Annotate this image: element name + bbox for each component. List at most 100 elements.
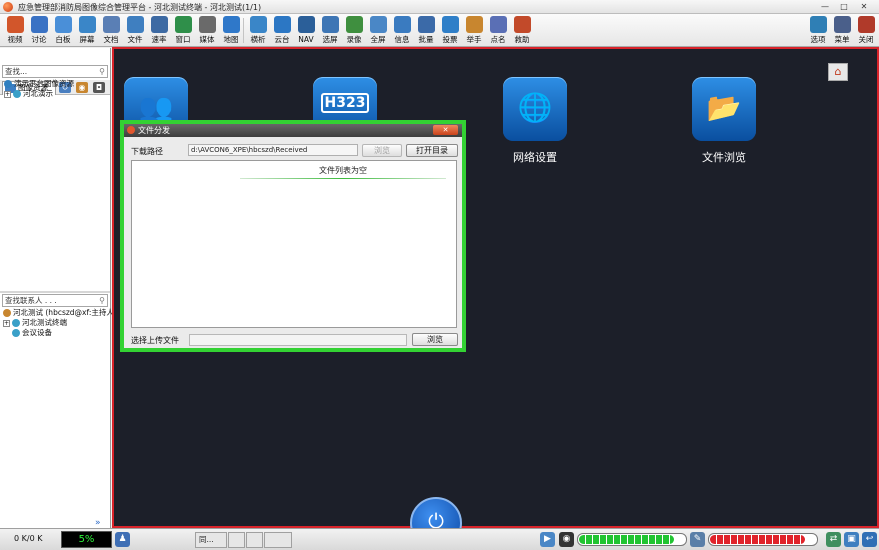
monitor-icon[interactable]: ▣ — [844, 532, 859, 547]
file-list[interactable]: 文件列表为空 — [131, 160, 457, 328]
resource-search-input[interactable]: 查找... ⚲ — [2, 65, 108, 78]
download-path-field[interactable]: d:\AVCON6_XPE\hbcszd\Received — [188, 144, 358, 156]
nav-icon — [297, 16, 315, 33]
resource-search-placeholder: 查找... — [5, 67, 28, 76]
node-icon — [12, 329, 20, 337]
left-panel: 查找... ⚲ 图像资源 ↻ ◉ ◘ 查找联系人 . . . ⚲ » 演示平台图… — [0, 48, 117, 528]
node-icon — [4, 80, 12, 88]
dialog-title: 文件分发 — [138, 126, 170, 135]
tree-item-label: 河北测试 (hbcszd@xf:主持人) — [13, 308, 117, 317]
title-bar: 应急管理部消防局图像综合管理平台 - 河北测试终端 - 河北测试(1/1) — … — [0, 0, 879, 14]
video-camera-icon — [6, 16, 24, 33]
tree-item-label: 河北演示 — [23, 89, 53, 98]
taskbar-item[interactable] — [246, 532, 263, 548]
empty-list-message: 文件列表为空 — [319, 166, 367, 175]
toolbar-button-label: 关闭 — [858, 35, 874, 44]
taskbar-item[interactable]: 同... — [195, 532, 227, 548]
tree-item[interactable]: + 河北测试终端 — [3, 318, 67, 327]
tile-label: 文件浏览 — [702, 151, 746, 164]
network-icon[interactable]: ⇄ — [826, 532, 841, 547]
network-globe-icon: 🌐 — [517, 91, 553, 124]
toolbar-button-21[interactable]: 救助 — [510, 15, 534, 46]
select-screen-icon — [321, 16, 339, 33]
upload-file-label: 选择上传文件 — [131, 336, 179, 345]
dialog-app-icon — [127, 126, 135, 134]
traffic-counter: 0 K/0 K — [14, 534, 43, 543]
user-status-icon[interactable]: ♟ — [115, 532, 130, 547]
tree-item-label: 会议设备 — [22, 328, 52, 337]
media-icon — [198, 16, 216, 33]
globe-map-icon — [222, 16, 240, 33]
file-distribution-dialog: 文件分发 ✕ 下载路径 d:\AVCON6_XPE\hbcszd\Receive… — [120, 120, 466, 352]
collapse-panel-icon[interactable]: » — [95, 518, 101, 528]
folder-icon: 📂 — [706, 91, 742, 124]
speaker-icon[interactable]: ◉ — [559, 532, 574, 547]
tile-label: 网络设置 — [513, 151, 557, 164]
settings-icon[interactable]: ◉ — [76, 82, 88, 93]
ptz-control-icon — [273, 16, 291, 33]
window-title: 应急管理部消防局图像综合管理平台 - 河北测试终端 - 河北测试(1/1) — [18, 3, 262, 12]
exit-door-icon — [857, 16, 875, 33]
microphone-icon[interactable]: ✎ — [690, 532, 705, 547]
tree-item[interactable]: 会议设备 — [12, 328, 52, 337]
file-icon — [126, 16, 144, 33]
tree-item[interactable]: + 河北演示 — [4, 89, 53, 98]
folder-icon-tile[interactable]: 📂 — [692, 77, 756, 141]
tree-item[interactable]: 河北测试 (hbcszd@xf:主持人) — [3, 308, 117, 317]
back-icon[interactable]: ↩ — [862, 532, 877, 547]
dialog-title-bar[interactable]: 文件分发 ✕ — [124, 124, 462, 137]
app-window: 应急管理部消防局图像综合管理平台 - 河北测试终端 - 河北测试(1/1) — … — [0, 0, 879, 550]
taskbar-item[interactable] — [228, 532, 245, 548]
main-toolbar: 视频 讨论 白板 屏幕 文档 文件 速率 窗口 媒体 地图 横析 云台 NAV 选屏 录像 全屏 信息 批量 投票举… — [0, 14, 879, 47]
info-icon — [393, 16, 411, 33]
rate-sliders-icon — [150, 16, 168, 33]
tree-item[interactable]: 演示平台图像资源 — [4, 79, 74, 88]
expand-toggle-icon[interactable]: + — [4, 90, 11, 98]
tree-item-label: 演示平台图像资源 — [14, 79, 74, 88]
batch-icon — [417, 16, 435, 33]
browse-upload-button[interactable]: 浏览 — [412, 333, 458, 346]
upload-file-field[interactable] — [189, 334, 407, 346]
minimize-button[interactable]: — — [818, 1, 832, 12]
input-level-meter — [577, 533, 687, 546]
record-icon — [345, 16, 363, 33]
contacts-search-placeholder: 查找联系人 . . . — [5, 296, 57, 305]
rescue-icon — [513, 16, 531, 33]
discussion-people-icon — [30, 16, 48, 33]
panel-divider[interactable] — [0, 291, 110, 293]
whiteboard-icon — [54, 16, 72, 33]
search-icon[interactable]: ⚲ — [99, 295, 105, 306]
close-button[interactable]: ✕ — [857, 1, 871, 12]
fullscreen-icon — [369, 16, 387, 33]
dialog-close-button[interactable]: ✕ — [433, 125, 458, 135]
search-icon[interactable]: ⚲ — [99, 66, 105, 77]
roll-call-icon — [489, 16, 507, 33]
home-icon[interactable]: ⌂ — [828, 63, 848, 81]
expand-toggle-icon[interactable]: + — [3, 319, 10, 327]
h323-icon: H323 — [321, 93, 369, 113]
play-icon[interactable]: ▶ — [540, 532, 555, 547]
node-icon — [3, 309, 11, 317]
node-icon — [12, 319, 20, 327]
input-level-fill — [579, 535, 675, 544]
tree-item-label: 河北测试终端 — [22, 318, 67, 327]
window-layout-icon — [174, 16, 192, 33]
cpu-usage: 5% — [61, 531, 112, 548]
camera-icon[interactable]: ◘ — [93, 82, 105, 93]
maximize-button[interactable]: □ — [837, 1, 851, 12]
app-logo-icon — [3, 2, 13, 12]
toolbar-button-label: 救助 — [514, 35, 530, 44]
toolbar-right-button-2[interactable]: 关闭 — [854, 15, 878, 46]
empty-list-underline — [240, 178, 446, 179]
taskbar-item[interactable] — [264, 532, 292, 548]
raise-hand-icon — [465, 16, 483, 33]
browse-download-button[interactable]: 浏览 — [362, 144, 402, 157]
network-globe-icon-tile[interactable]: 🌐 — [503, 77, 567, 141]
open-directory-button[interactable]: 打开目录 — [406, 144, 458, 157]
grid-analysis-icon — [249, 16, 267, 33]
screen-share-icon — [78, 16, 96, 33]
menu-icon — [833, 16, 851, 33]
contacts-search-input[interactable]: 查找联系人 . . . ⚲ — [2, 294, 108, 307]
output-level-fill — [710, 535, 806, 544]
node-icon — [13, 90, 21, 98]
